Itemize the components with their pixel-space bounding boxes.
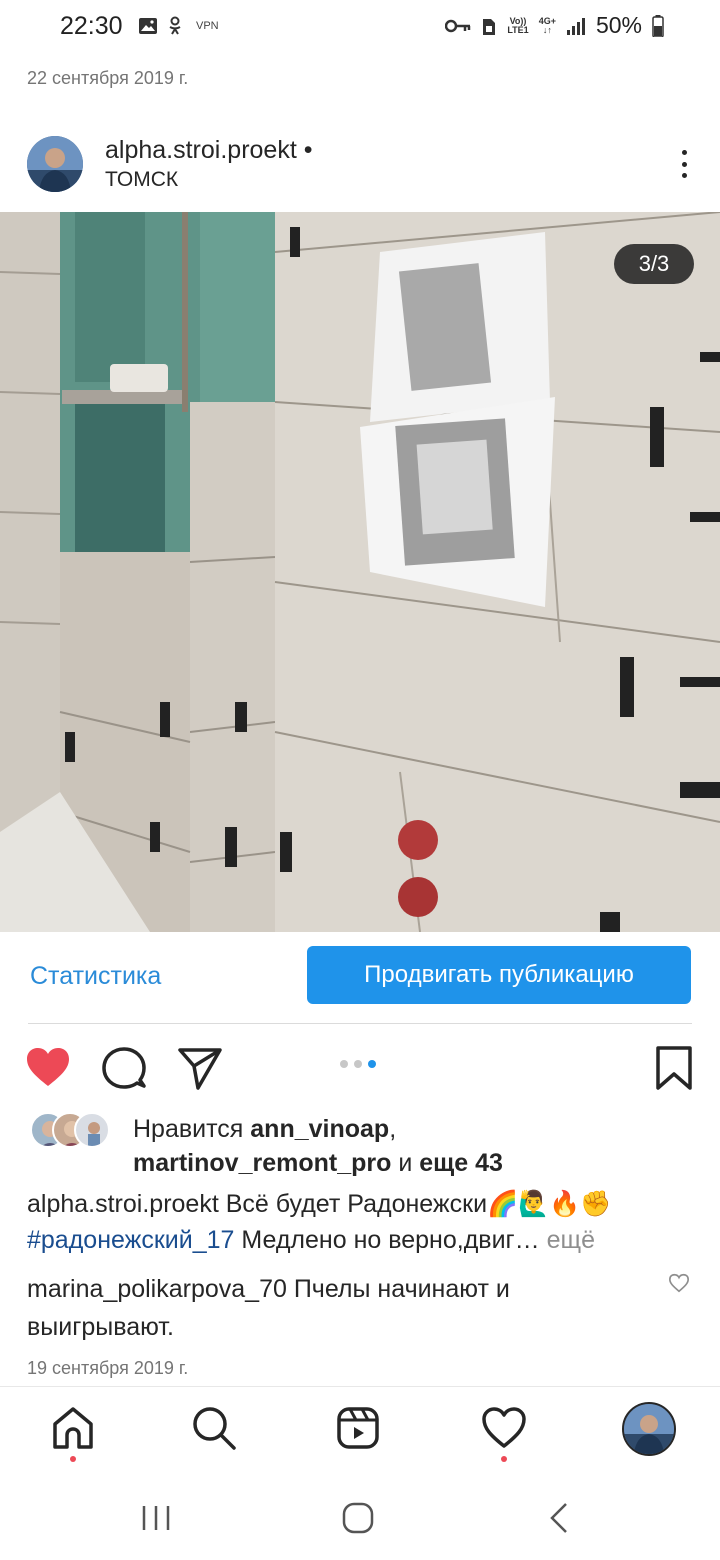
gallery-icon: [139, 18, 157, 34]
odnoklassniki-icon: [169, 16, 181, 35]
caption-text-continued: Медлено но верно,двиг…: [234, 1226, 540, 1254]
promote-post-button[interactable]: Продвигать публикацию: [307, 946, 691, 1004]
heart-icon: [482, 1407, 526, 1448]
post-photo[interactable]: 3/3: [0, 212, 720, 932]
status-bar: 22:30 VPN Vo)) LTE1 4G+ ↓↑ 50%: [0, 0, 720, 56]
carousel-indicator: [340, 1060, 376, 1068]
post-header: alpha.stroi.proekt • ТОМСК: [0, 128, 720, 200]
back-icon: [550, 1503, 567, 1533]
username-separator: •: [303, 136, 313, 164]
recent-apps-icon: [142, 1506, 170, 1530]
likes-others-count[interactable]: еще 43: [419, 1149, 503, 1177]
vpn-label: VPN: [196, 20, 219, 32]
save-button[interactable]: [650, 1044, 698, 1092]
comment-like-icon[interactable]: [668, 1272, 690, 1294]
caption-text: Всё будет Радонежски🌈🙋‍♂️🔥✊: [218, 1190, 612, 1218]
comment-button[interactable]: [100, 1044, 148, 1092]
nav-profile-avatar[interactable]: [622, 1402, 676, 1456]
home-circle-icon: [342, 1502, 374, 1534]
nav-reels[interactable]: [334, 1404, 382, 1452]
back-system-button[interactable]: [540, 1498, 580, 1538]
carousel-counter: 3/3: [614, 244, 694, 284]
home-icon: [53, 1407, 93, 1449]
liker-username[interactable]: ann_vinoap: [250, 1115, 389, 1143]
post-caption: alpha.stroi.proekt Всё будет Радонежски🌈…: [27, 1186, 697, 1258]
lte-label: LTE1: [507, 24, 529, 35]
notification-dot: [501, 1456, 507, 1462]
battery-icon: [652, 14, 664, 37]
likers-avatars[interactable]: [30, 1112, 110, 1148]
post-location[interactable]: ТОМСК: [105, 168, 178, 192]
bookmark-icon: [656, 1046, 692, 1090]
notification-dot: [70, 1456, 76, 1462]
signal-icon: [566, 17, 585, 35]
home-system-button[interactable]: [338, 1498, 378, 1538]
avatar: [74, 1112, 110, 1148]
recent-apps-button[interactable]: [136, 1498, 176, 1538]
caption-username[interactable]: alpha.stroi.proekt: [27, 1190, 219, 1218]
bathroom-tiling-photo: [0, 212, 720, 932]
comment-bubble-icon: [102, 1047, 146, 1089]
status-time: 22:30: [60, 12, 123, 40]
nav-activity[interactable]: [480, 1404, 528, 1452]
reels-icon: [337, 1407, 379, 1449]
lock-sim-icon: [483, 18, 496, 35]
post-username[interactable]: alpha.stroi.proekt •: [105, 136, 313, 165]
caption-more-link[interactable]: ещё: [540, 1226, 595, 1254]
post-date-bottom: 19 сентября 2019 г.: [27, 1358, 189, 1378]
nav-home[interactable]: [49, 1404, 97, 1452]
nav-search[interactable]: [190, 1404, 238, 1452]
key-icon: [445, 19, 471, 32]
divider: [28, 1023, 692, 1024]
heart-filled-icon: [27, 1048, 69, 1086]
statistics-link[interactable]: Статистика: [30, 962, 161, 991]
avatar[interactable]: [27, 136, 83, 192]
divider: [0, 1386, 720, 1387]
share-button[interactable]: [176, 1044, 224, 1092]
liker-username[interactable]: martinov_remont_pro: [133, 1149, 391, 1177]
search-icon: [193, 1407, 236, 1450]
more-options-icon[interactable]: [676, 144, 692, 184]
post-date-top: 22 сентября 2019 г.: [27, 68, 189, 88]
like-button[interactable]: [24, 1044, 72, 1092]
paper-plane-icon: [178, 1048, 222, 1090]
comment-username[interactable]: marina_polikarpova_70: [27, 1275, 287, 1303]
comment: marina_polikarpova_70 Пчелы начинают и в…: [27, 1270, 647, 1346]
likes-summary[interactable]: Нравится ann_vinoap, martinov_remont_pro…: [133, 1112, 693, 1180]
data-arrows-icon: ↓↑: [542, 24, 552, 35]
battery-percent: 50%: [595, 12, 642, 38]
caption-hashtag[interactable]: #радонежский_17: [27, 1226, 234, 1254]
